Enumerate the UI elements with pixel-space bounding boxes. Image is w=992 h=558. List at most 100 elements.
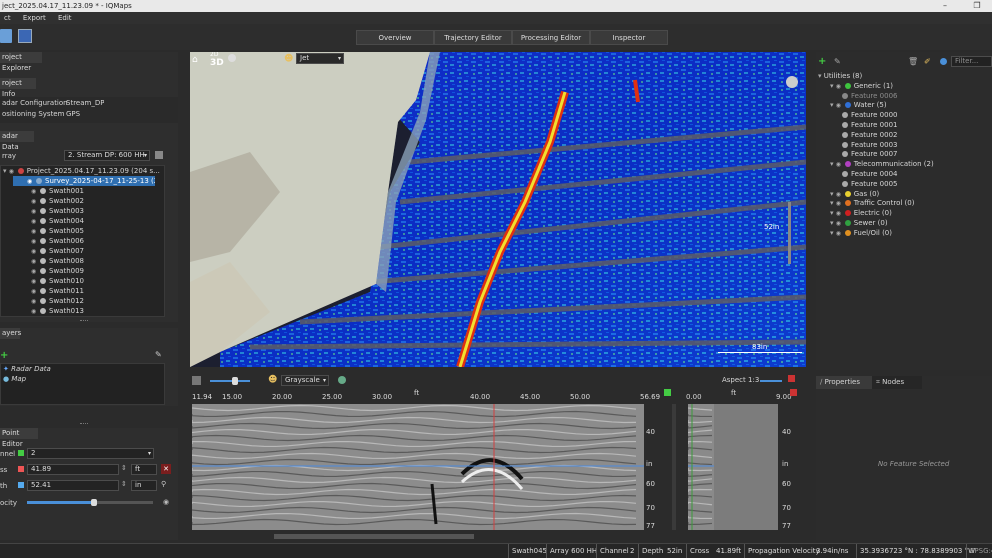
gain-slider[interactable]: [210, 377, 250, 385]
stepper-icon[interactable]: ⇕: [121, 480, 127, 488]
map-3d-view[interactable]: ⌂ 2D 3D ☻ Jet ▾ 52in 83in: [190, 52, 806, 367]
feature-item[interactable]: Feature 0002: [818, 131, 988, 141]
visibility-eye-icon[interactable]: ◉: [836, 199, 842, 209]
compass-icon[interactable]: [228, 54, 236, 62]
cross-input[interactable]: 41.89: [27, 464, 119, 475]
navigation-gizmo-icon[interactable]: [786, 76, 798, 88]
swath-item[interactable]: ◉ Swath004: [1, 216, 164, 226]
palette-icon[interactable]: ☻: [284, 54, 293, 64]
add-layer-icon[interactable]: +: [0, 350, 8, 361]
visibility-eye-icon[interactable]: ◉: [31, 267, 37, 276]
visibility-eye-icon[interactable]: ◉: [31, 277, 37, 286]
restore-icon[interactable]: ❐: [970, 0, 984, 12]
utility-category[interactable]: ▾ ◉ Traffic Control (0): [818, 199, 988, 209]
aspect-slider[interactable]: [760, 380, 782, 382]
array-select[interactable]: 2. Stream DP: 600 HH ▾: [64, 150, 150, 161]
link-icon[interactable]: ⚲: [161, 480, 166, 488]
channel-select[interactable]: 2 ▾: [27, 448, 154, 459]
tab-trajectory-editor[interactable]: Trajectory Editor: [434, 30, 512, 45]
visibility-eye-icon[interactable]: ◉: [31, 287, 37, 296]
eye-icon[interactable]: ◉: [163, 498, 169, 506]
mode-3d-button[interactable]: 3D: [210, 58, 224, 68]
visibility-eye-icon[interactable]: ◉: [31, 297, 37, 306]
feature-item[interactable]: Feature 0006: [818, 92, 988, 102]
filter-icon[interactable]: [338, 376, 346, 384]
open-folder-icon[interactable]: [0, 29, 12, 43]
menu-item-edit[interactable]: Edit: [58, 14, 72, 22]
cross-unit-select[interactable]: ft: [131, 464, 157, 475]
utility-category[interactable]: ▾ Utilities (8): [818, 72, 988, 82]
visibility-eye-icon[interactable]: ◉: [31, 247, 37, 256]
splitter-handle[interactable]: [80, 320, 88, 322]
visibility-eye-icon[interactable]: ◉: [31, 227, 37, 236]
feature-item[interactable]: Feature 0007: [818, 150, 988, 160]
swath-item[interactable]: ◉ Swath006: [1, 236, 164, 246]
feature-item[interactable]: Feature 0001: [818, 121, 988, 131]
tree-survey-node[interactable]: ◉ Survey_2025-04-17_11-25-13 (2...: [13, 176, 155, 186]
splitter-handle[interactable]: [80, 423, 88, 425]
swath-item[interactable]: ◉ Swath010: [1, 276, 164, 286]
utility-category[interactable]: ▾ ◉ Fuel/Oil (0): [818, 229, 988, 239]
swath-item[interactable]: ◉ Swath013: [1, 306, 164, 316]
visibility-eye-icon[interactable]: ◉: [836, 190, 842, 200]
visibility-eye-icon[interactable]: ◉: [836, 229, 842, 239]
visibility-eye-icon[interactable]: ◉: [836, 209, 842, 219]
depth-unit-select[interactable]: in: [131, 480, 157, 491]
visibility-eye-icon[interactable]: ◉: [836, 101, 842, 111]
layer-item-map[interactable]: ● Map: [1, 374, 164, 384]
swath-item[interactable]: ◉ Swath012: [1, 296, 164, 306]
utility-category[interactable]: ▾ ◉ Telecommunication (2): [818, 160, 988, 170]
utility-category[interactable]: ▾ ◉ Gas (0): [818, 190, 988, 200]
radargram-colormap-select[interactable]: Grayscale ▾: [281, 375, 329, 386]
swath-item[interactable]: ◉ Swath002: [1, 196, 164, 206]
cross-section-view[interactable]: [688, 404, 778, 530]
trash-icon[interactable]: 🗑: [908, 57, 918, 66]
tree-project-node[interactable]: ▾ ◉ Project_2025.04.17_11.23.09 (204 s...: [1, 166, 164, 176]
tab-processing-editor[interactable]: Processing Editor: [512, 30, 590, 45]
visibility-eye-icon[interactable]: ◉: [31, 217, 37, 226]
velocity-slider[interactable]: [27, 499, 153, 506]
chart-icon[interactable]: [155, 151, 163, 159]
utility-category[interactable]: ▾ ◉ Sewer (0): [818, 219, 988, 229]
visibility-eye-icon[interactable]: ◉: [836, 160, 842, 170]
add-utility-icon[interactable]: +: [818, 56, 826, 67]
visibility-eye-icon[interactable]: ◉: [27, 177, 33, 186]
feature-item[interactable]: Feature 0003: [818, 141, 988, 151]
velocity-slider-handle[interactable]: [91, 499, 97, 506]
home-icon[interactable]: ⌂: [192, 55, 198, 65]
stepper-icon[interactable]: ⇕: [121, 464, 127, 472]
menu-item-select[interactable]: ct: [4, 14, 11, 22]
visibility-eye-icon[interactable]: ◉: [31, 187, 37, 196]
utility-category[interactable]: ▾ ◉ Water (5): [818, 101, 988, 111]
visibility-eye-icon[interactable]: ◉: [31, 197, 37, 206]
swath-item[interactable]: ◉ Swath005: [1, 226, 164, 236]
feature-item[interactable]: Feature 0005: [818, 180, 988, 190]
delete-point-icon[interactable]: ✕: [161, 464, 171, 474]
menu-item-export[interactable]: Export: [23, 14, 46, 22]
gain-slider-handle[interactable]: [232, 377, 238, 385]
save-icon[interactable]: [18, 29, 32, 43]
visibility-eye-icon[interactable]: ◉: [836, 82, 842, 92]
filter-input[interactable]: Filter...: [951, 56, 992, 67]
swath-item[interactable]: ◉ Swath008: [1, 256, 164, 266]
close-icon[interactable]: [788, 375, 795, 382]
brush-icon[interactable]: ✎: [155, 350, 162, 359]
visibility-eye-icon[interactable]: ◉: [836, 219, 842, 229]
swath-item[interactable]: ◉ Swath009: [1, 266, 164, 276]
feature-item[interactable]: Feature 0004: [818, 170, 988, 180]
feature-item[interactable]: Feature 0000: [818, 111, 988, 121]
radargram-view[interactable]: [192, 404, 644, 530]
brush-icon[interactable]: ✐: [924, 57, 931, 66]
depth-input[interactable]: 52.41: [27, 480, 119, 491]
utility-category[interactable]: ▾ ◉ Electric (0): [818, 209, 988, 219]
layer-item-radar-data[interactable]: ✦ Radar Data: [1, 364, 164, 374]
depth-slider[interactable]: [788, 202, 791, 264]
map-colormap-select[interactable]: Jet ▾: [296, 53, 344, 64]
radargram-scrollbar-v[interactable]: [672, 404, 676, 530]
palette-icon[interactable]: ☻: [268, 375, 277, 385]
tab-inspector[interactable]: Inspector: [590, 30, 668, 45]
tab-properties[interactable]: ∕ Properties: [816, 376, 872, 389]
visibility-eye-icon[interactable]: ◉: [31, 237, 37, 246]
visibility-eye-icon[interactable]: ◉: [31, 257, 37, 266]
close-icon[interactable]: [790, 389, 797, 396]
